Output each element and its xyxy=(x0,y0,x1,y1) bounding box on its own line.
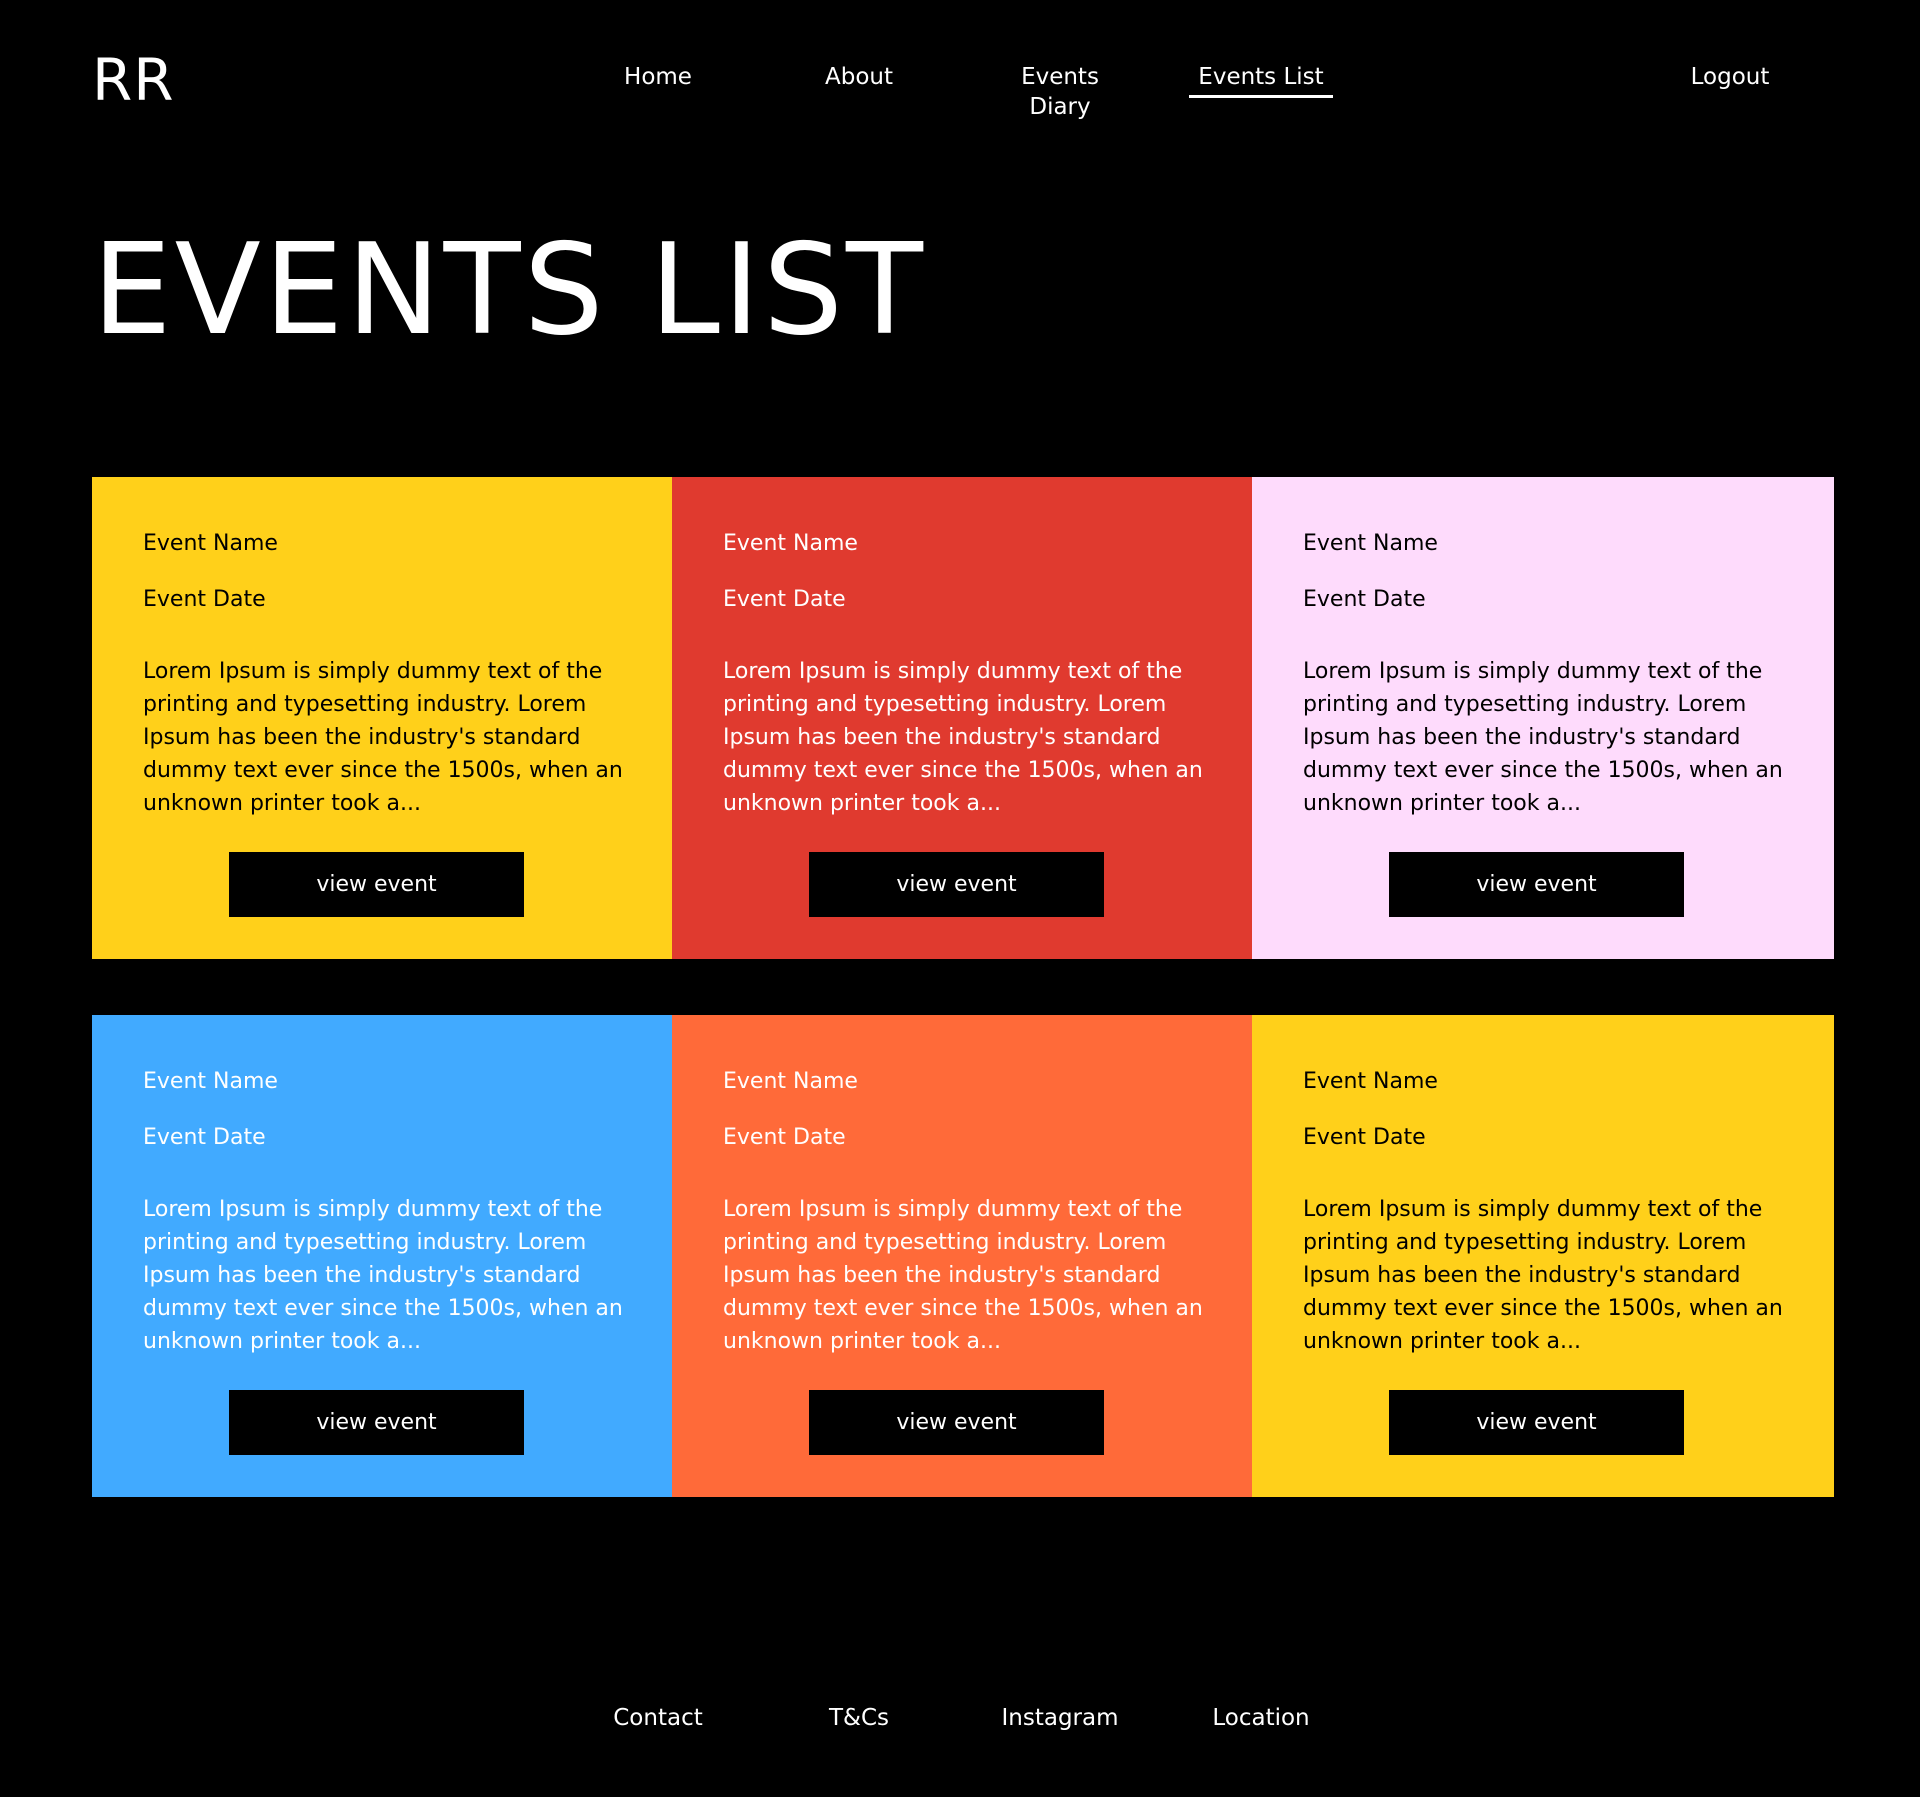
nav-item-about[interactable]: About xyxy=(787,62,931,92)
event-name: Event Name xyxy=(143,531,278,556)
nav-item-events-list[interactable]: Events List xyxy=(1189,62,1333,98)
event-date: Event Date xyxy=(1303,587,1426,612)
event-card: Event Name Event Date Lorem Ipsum is sim… xyxy=(1252,1015,1834,1497)
event-name: Event Name xyxy=(1303,1069,1438,1094)
events-grid: Event Name Event Date Lorem Ipsum is sim… xyxy=(92,477,1834,1497)
event-name: Event Name xyxy=(143,1069,278,1094)
event-card: Event Name Event Date Lorem Ipsum is sim… xyxy=(92,477,672,959)
event-description: Lorem Ipsum is simply dummy text of the … xyxy=(723,1197,1203,1354)
event-description: Lorem Ipsum is simply dummy text of the … xyxy=(143,659,623,816)
event-name: Event Name xyxy=(723,1069,858,1094)
footer-link-terms[interactable]: T&Cs xyxy=(787,1703,931,1733)
event-card: Event Name Event Date Lorem Ipsum is sim… xyxy=(672,477,1252,959)
event-date: Event Date xyxy=(723,587,846,612)
event-description: Lorem Ipsum is simply dummy text of the … xyxy=(143,1197,623,1354)
site-logo[interactable]: RR xyxy=(92,44,175,116)
logout-link[interactable]: Logout xyxy=(1658,62,1802,92)
nav-item-events-diary[interactable]: Events Diary xyxy=(988,62,1132,122)
view-event-button[interactable]: view event xyxy=(1389,852,1684,917)
view-event-button[interactable]: view event xyxy=(229,852,524,917)
footer-link-instagram[interactable]: Instagram xyxy=(988,1703,1132,1733)
event-name: Event Name xyxy=(1303,531,1438,556)
event-row: Event Name Event Date Lorem Ipsum is sim… xyxy=(92,1015,1834,1497)
event-date: Event Date xyxy=(1303,1125,1426,1150)
event-description: Lorem Ipsum is simply dummy text of the … xyxy=(1303,659,1783,816)
event-card: Event Name Event Date Lorem Ipsum is sim… xyxy=(1252,477,1834,959)
view-event-button[interactable]: view event xyxy=(229,1390,524,1455)
event-date: Event Date xyxy=(143,587,266,612)
event-card: Event Name Event Date Lorem Ipsum is sim… xyxy=(672,1015,1252,1497)
nav-item-home[interactable]: Home xyxy=(586,62,730,92)
event-card: Event Name Event Date Lorem Ipsum is sim… xyxy=(92,1015,672,1497)
event-row: Event Name Event Date Lorem Ipsum is sim… xyxy=(92,477,1834,959)
footer-link-contact[interactable]: Contact xyxy=(586,1703,730,1733)
event-date: Event Date xyxy=(143,1125,266,1150)
view-event-button[interactable]: view event xyxy=(1389,1390,1684,1455)
view-event-button[interactable]: view event xyxy=(809,852,1104,917)
event-name: Event Name xyxy=(723,531,858,556)
event-date: Event Date xyxy=(723,1125,846,1150)
footer-link-location[interactable]: Location xyxy=(1189,1703,1333,1733)
event-description: Lorem Ipsum is simply dummy text of the … xyxy=(1303,1197,1783,1354)
page-title: EVENTS LIST xyxy=(92,216,926,363)
view-event-button[interactable]: view event xyxy=(809,1390,1104,1455)
event-description: Lorem Ipsum is simply dummy text of the … xyxy=(723,659,1203,816)
